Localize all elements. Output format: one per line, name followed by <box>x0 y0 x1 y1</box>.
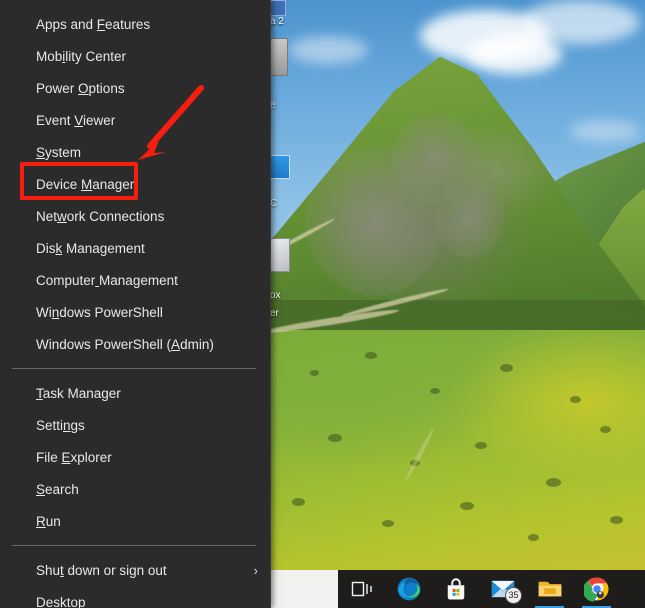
grass-foreground <box>270 330 645 570</box>
menu-item-label: Computer Management <box>36 272 178 288</box>
menu-item-label: Mobility Center <box>36 48 127 64</box>
desktop-icon-partial[interactable]: a 2 <box>270 0 286 27</box>
menu-item-power-options[interactable]: Power Options <box>0 72 270 104</box>
cloud-shape <box>570 120 640 142</box>
wallpaper <box>270 0 645 570</box>
menu-item-task-manager[interactable]: Task Manager <box>0 377 270 409</box>
menu-item-mobility-center[interactable]: Mobility Center <box>0 40 270 72</box>
menu-item-label: Disk Management <box>36 240 145 256</box>
mail-unread-badge: 35 <box>505 587 522 604</box>
microsoft-store-icon[interactable] <box>432 570 479 608</box>
win-x-power-user-menu[interactable]: Apps and Features Mobility Center Power Op… <box>0 0 271 608</box>
menu-item-label: File Explorer <box>36 449 112 465</box>
menu-group-session: Shut down or sign out › Desktop <box>0 554 270 608</box>
menu-item-disk-management[interactable]: Disk Management <box>0 232 270 264</box>
menu-item-search[interactable]: Search <box>0 473 270 505</box>
google-chrome-icon[interactable] <box>573 570 620 608</box>
file-explorer-icon[interactable] <box>526 570 573 608</box>
menu-item-label: Apps and Features <box>36 16 151 32</box>
menu-item-apps-and-features[interactable]: Apps and Features <box>0 8 270 40</box>
desktop-icon-partial[interactable]: C <box>270 198 277 209</box>
menu-item-windows-powershell-admin[interactable]: Windows PowerShell (Admin) <box>0 328 270 360</box>
desktop-icon-partial[interactable]: ox <box>270 290 281 301</box>
menu-item-network-connections[interactable]: Network Connections <box>0 200 270 232</box>
menu-item-label: Run <box>36 513 61 529</box>
menu-group-system: Apps and Features Mobility Center Power Op… <box>0 0 270 360</box>
menu-item-device-manager[interactable]: Device Manager <box>0 168 270 200</box>
menu-item-label: Search <box>36 481 79 497</box>
desktop-icon-partial[interactable] <box>270 38 288 76</box>
menu-item-settings[interactable]: Settings <box>0 409 270 441</box>
taskbar[interactable]: 35 <box>270 570 645 608</box>
cloud-shape <box>288 36 368 64</box>
menu-item-shut-down-or-sign-out[interactable]: Shut down or sign out › <box>0 554 270 586</box>
desktop-icon-label: ox <box>270 290 281 301</box>
menu-item-system[interactable]: System <box>0 136 270 168</box>
menu-item-run[interactable]: Run <box>0 505 270 537</box>
menu-item-label: Windows PowerShell <box>36 304 163 320</box>
taskbar-search-box[interactable] <box>270 570 338 608</box>
task-view-icon[interactable] <box>338 570 385 608</box>
microsoft-edge-icon[interactable] <box>385 570 432 608</box>
chevron-right-icon: › <box>253 562 258 578</box>
menu-item-label: Power Options <box>36 80 125 96</box>
menu-group-tools: Task Manager Settings File Explorer Search R… <box>0 377 270 537</box>
screen: a 2 e C ox er 35 Apps and Features Mobil… <box>0 0 645 608</box>
desktop-icon-label: a 2 <box>270 16 284 27</box>
menu-item-label: Network Connections <box>36 208 165 224</box>
desktop-icon-partial[interactable] <box>270 238 290 272</box>
menu-item-event-viewer[interactable]: Event Viewer <box>0 104 270 136</box>
menu-item-windows-powershell[interactable]: Windows PowerShell <box>0 296 270 328</box>
menu-item-label: Task Manager <box>36 385 121 401</box>
menu-separator <box>12 545 256 546</box>
menu-item-label: Settings <box>36 417 85 433</box>
cloud-shape <box>520 0 640 44</box>
menu-separator <box>12 368 256 369</box>
menu-item-label: System <box>36 144 82 160</box>
desktop-icon-partial[interactable] <box>270 155 290 179</box>
menu-item-label: Device Manager <box>36 176 135 192</box>
mail-icon[interactable]: 35 <box>479 570 526 608</box>
desktop-icon-label: C <box>270 198 278 209</box>
menu-item-label: Windows PowerShell (Admin) <box>36 336 214 352</box>
rock-outcrop <box>435 178 505 258</box>
menu-item-label: Shut down or sign out <box>36 562 167 578</box>
desktop-icon-partial[interactable]: er <box>270 308 279 319</box>
menu-item-computer-management[interactable]: Computer Management <box>0 264 270 296</box>
desktop-icon-label: er <box>270 308 279 319</box>
menu-item-label: Desktop <box>36 594 86 608</box>
taskbar-icon-strip: 35 <box>338 570 620 608</box>
menu-item-desktop[interactable]: Desktop <box>0 586 270 608</box>
menu-item-label: Event Viewer <box>36 112 116 128</box>
menu-item-file-explorer[interactable]: File Explorer <box>0 441 270 473</box>
